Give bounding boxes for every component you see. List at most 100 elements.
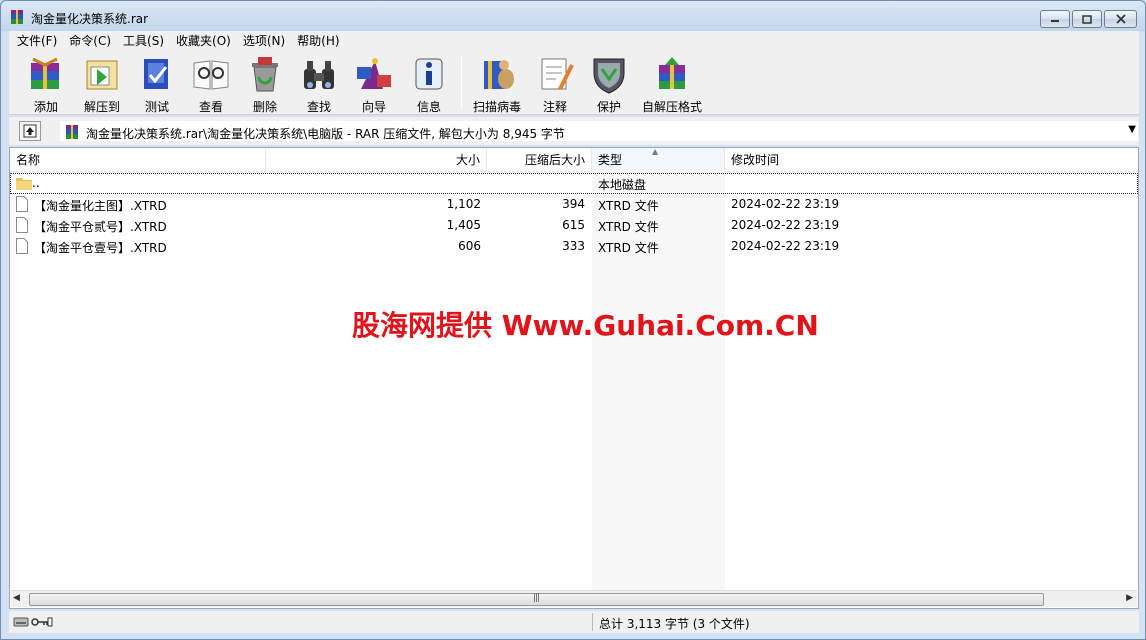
address-field[interactable]: 淘金量化决策系统.rar\淘金量化决策系统\电脑版 - RAR 压缩文件, 解包… <box>59 120 1139 142</box>
file-name: 【淘金量化主图】.XTRD <box>34 199 167 213</box>
protect-label: 保护 <box>596 100 621 114</box>
column-type[interactable]: 类型 ▲ <box>592 147 725 172</box>
delete-button[interactable]: 删除 <box>241 53 289 114</box>
add-button[interactable]: 添加 <box>21 53 71 114</box>
protect-icon <box>593 58 625 94</box>
up-arrow-icon <box>23 124 37 138</box>
window-title: 淘金量化决策系统.rar <box>31 12 149 26</box>
find-label: 查找 <box>306 100 331 114</box>
find-icon <box>304 61 334 89</box>
column-packed[interactable]: 压缩后大小 <box>487 148 592 172</box>
watermark-text: 股海网提供 Www.Guhai.Com.CN <box>352 309 819 342</box>
file-size: 1,102 <box>446 197 481 211</box>
file-packed-size: 615 <box>562 218 585 232</box>
chevron-down-icon[interactable]: ▼ <box>1128 124 1136 135</box>
file-size: 1,405 <box>446 218 481 232</box>
file-packed-size: 394 <box>562 197 585 211</box>
delete-label: 删除 <box>252 100 277 114</box>
delete-icon <box>252 57 278 92</box>
info-icon <box>415 58 443 90</box>
parent-folder-row[interactable]: .. 本地磁盘 <box>10 173 1138 194</box>
file-modified: 2024-02-22 23:19 <box>731 218 840 232</box>
archive-icon <box>66 125 78 139</box>
extract-to-icon <box>86 60 118 90</box>
view-button[interactable]: 查看 <box>187 53 235 114</box>
horizontal-scrollbar[interactable]: ◀ ||| ▶ <box>11 590 1137 607</box>
status-separator <box>592 613 593 631</box>
comment-label: 注释 <box>542 100 567 114</box>
table-row[interactable]: 【淘金量化主图】.XTRD 1,102 394 XTRD 文件 2024-02-… <box>10 194 1138 215</box>
close-button[interactable] <box>1104 10 1137 28</box>
menu-file[interactable]: 文件(F) <box>11 32 63 50</box>
info-button[interactable]: 信息 <box>405 53 453 114</box>
table-row[interactable]: 【淘金平仓贰号】.XTRD 1,405 615 XTRD 文件 2024-02-… <box>10 215 1138 236</box>
menu-commands[interactable]: 命令(C) <box>63 32 117 50</box>
table-row[interactable]: 【淘金平仓壹号】.XTRD 606 333 XTRD 文件 2024-02-22… <box>10 236 1138 257</box>
add-archive-icon <box>31 57 59 89</box>
minimize-icon <box>1051 20 1059 22</box>
toolbar: 添加 解压到 测试 查看 删除 查找 向导 信息 扫描病毒 注释 保护 自解压格… <box>9 51 1139 115</box>
status-bar: 总计 3,113 字节 (3 个文件) <box>9 611 1139 633</box>
file-list: 名称 大小 压缩后大小 类型 ▲ 修改时间 .. 本地磁盘 【淘金量化主图】.X… <box>9 147 1139 609</box>
parent-folder-name: .. <box>32 176 40 190</box>
info-label: 信息 <box>416 100 441 114</box>
winrar-window: 淘金量化决策系统.rar 文件(F) 命令(C) 工具(S) 收藏夹(O) 选项… <box>0 0 1146 640</box>
column-header: 名称 大小 压缩后大小 类型 ▲ 修改时间 <box>10 147 1138 172</box>
wizard-icon <box>357 58 391 89</box>
test-icon <box>144 59 168 89</box>
virus-scan-icon <box>484 60 514 89</box>
extract-to-button[interactable]: 解压到 <box>77 53 127 114</box>
drive-key-icon <box>13 617 53 627</box>
virus-scan-label: 扫描病毒 <box>472 100 521 114</box>
add-label: 添加 <box>33 100 58 114</box>
sfx-button[interactable]: 自解压格式 <box>639 53 705 114</box>
scroll-right-icon[interactable]: ▶ <box>1126 593 1133 603</box>
menu-help[interactable]: 帮助(H) <box>291 32 345 50</box>
scroll-left-icon[interactable]: ◀ <box>13 593 20 603</box>
find-button[interactable]: 查找 <box>295 53 343 114</box>
address-path: 淘金量化决策系统.rar\淘金量化决策系统\电脑版 - RAR 压缩文件, 解包… <box>86 127 565 141</box>
maximize-button[interactable] <box>1072 10 1102 28</box>
file-type: XTRD 文件 <box>598 220 659 234</box>
column-size[interactable]: 大小 <box>266 148 487 172</box>
sfx-label: 自解压格式 <box>641 100 702 114</box>
comment-button[interactable]: 注释 <box>531 53 579 114</box>
folder-icon <box>16 178 32 190</box>
scroll-thumb[interactable]: ||| <box>29 593 1044 606</box>
toolbar-separator <box>461 57 462 109</box>
menu-tools[interactable]: 工具(S) <box>117 32 170 50</box>
file-icon <box>16 217 28 233</box>
minimize-button[interactable] <box>1040 10 1070 28</box>
column-type-label: 类型 <box>598 153 623 167</box>
file-icon <box>16 238 28 254</box>
file-name: 【淘金平仓壹号】.XTRD <box>34 241 167 255</box>
title-bar: 淘金量化决策系统.rar <box>1 1 1145 31</box>
file-packed-size: 333 <box>562 239 585 253</box>
file-name: 【淘金平仓贰号】.XTRD <box>34 220 167 234</box>
up-folder-button[interactable] <box>19 121 41 141</box>
file-modified: 2024-02-22 23:19 <box>731 239 840 253</box>
test-button[interactable]: 测试 <box>133 53 181 114</box>
grip-icon: ||| <box>533 593 540 603</box>
status-text: 总计 3,113 字节 (3 个文件) <box>599 617 750 631</box>
virus-scan-button[interactable]: 扫描病毒 <box>469 53 525 114</box>
column-modified[interactable]: 修改时间 <box>725 148 1138 172</box>
winrar-icon <box>11 10 23 24</box>
wizard-label: 向导 <box>361 100 386 114</box>
menu-bar: 文件(F) 命令(C) 工具(S) 收藏夹(O) 选项(N) 帮助(H) <box>9 31 1139 51</box>
view-icon <box>193 60 229 90</box>
maximize-icon <box>1082 14 1092 24</box>
sfx-icon <box>659 57 685 89</box>
test-label: 测试 <box>144 100 169 114</box>
file-modified: 2024-02-22 23:19 <box>731 197 840 211</box>
sort-ascending-icon: ▲ <box>652 147 659 156</box>
menu-favorites[interactable]: 收藏夹(O) <box>170 32 237 50</box>
file-type: XTRD 文件 <box>598 199 659 213</box>
comment-icon <box>541 58 574 90</box>
file-type: XTRD 文件 <box>598 241 659 255</box>
wizard-button[interactable]: 向导 <box>349 53 399 114</box>
column-name[interactable]: 名称 <box>10 148 266 172</box>
menu-options[interactable]: 选项(N) <box>237 32 291 50</box>
protect-button[interactable]: 保护 <box>585 53 633 114</box>
address-bar: 淘金量化决策系统.rar\淘金量化决策系统\电脑版 - RAR 压缩文件, 解包… <box>9 117 1139 145</box>
